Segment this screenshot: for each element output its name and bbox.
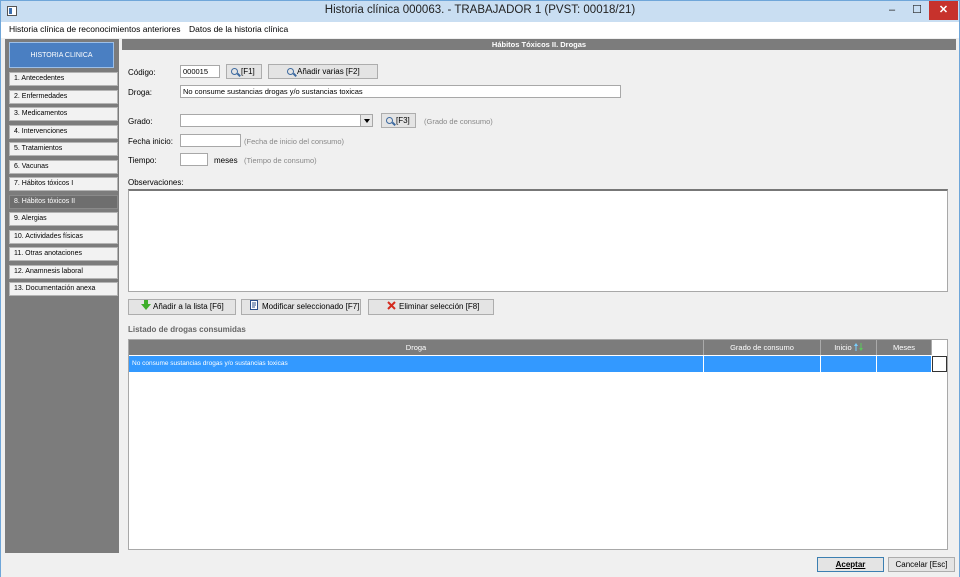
sidebar-item-enfermedades[interactable]: 2. Enfermedades (9, 90, 118, 104)
delete-selection-button[interactable]: Eliminar selección [F8] (368, 299, 494, 315)
cell-inicio[interactable] (821, 356, 877, 372)
modify-selected-button[interactable]: Modificar seleccionado [F7] (241, 299, 361, 315)
footer-bar: Aceptar Cancelar [Esc] (1, 553, 959, 577)
modify-selected-label: Modificar seleccionado [F7] (262, 302, 360, 311)
anadir-varias-button[interactable]: Añadir varias [F2] (268, 64, 378, 79)
drug-list-title: Listado de drogas consumidas (128, 325, 246, 334)
grado-search-button[interactable]: [F3] (381, 113, 416, 128)
cell-editor[interactable] (932, 356, 947, 372)
sidebar-item-habitos-toxicos-1[interactable]: 7. Hábitos tóxicos I (9, 177, 118, 191)
accept-button[interactable]: Aceptar (817, 557, 884, 572)
grado-label: Grado: (128, 117, 153, 126)
sidebar-header-button[interactable]: HISTORIA CLINICA (9, 42, 114, 68)
meses-label: meses (214, 156, 238, 165)
add-to-list-label: Añadir a la lista [F6] (153, 302, 224, 311)
fecha-inicio-input[interactable] (180, 134, 241, 147)
cell-grado[interactable] (704, 356, 821, 372)
delete-x-icon (387, 301, 396, 310)
menu-datos-historia[interactable]: Datos de la historia clínica (189, 24, 288, 34)
codigo-label: Código: (128, 68, 156, 77)
column-header-droga[interactable]: Droga (129, 340, 704, 355)
add-to-list-button[interactable]: Añadir a la lista [F6] (128, 299, 236, 315)
minimize-button[interactable]: – (879, 1, 905, 20)
droga-input[interactable]: No consume sustancias drogas y/o sustanc… (180, 85, 621, 98)
sidebar-item-documentacion-anexa[interactable]: 13. Documentación anexa (9, 282, 118, 296)
sidebar-item-otras-anotaciones[interactable]: 11. Otras anotaciones (9, 247, 118, 261)
menu-bar: Historia clínica de reconocimientos ante… (1, 22, 959, 38)
search-icon (287, 68, 294, 75)
observaciones-textarea[interactable] (128, 189, 948, 292)
sidebar-item-anamnesis-laboral[interactable]: 12. Anamnesis laboral (9, 265, 118, 279)
cell-droga[interactable]: No consume sustancias drogas y/o sustanc… (129, 356, 704, 372)
codigo-input[interactable]: 000015 (180, 65, 220, 78)
sidebar-item-medicamentos[interactable]: 3. Medicamentos (9, 107, 118, 121)
fecha-inicio-label: Fecha inicio: (128, 137, 173, 146)
tiempo-label: Tiempo: (128, 156, 157, 165)
column-header-inicio[interactable]: Inicio (821, 340, 877, 355)
grid-header: Droga Grado de consumo Inicio Meses (129, 340, 947, 355)
grado-hint: (Grado de consumo) (424, 117, 493, 126)
sidebar-item-intervenciones[interactable]: 4. Intervenciones (9, 125, 118, 139)
codigo-search-button[interactable]: [F1] (226, 64, 262, 79)
search-icon (231, 68, 238, 75)
grado-select[interactable] (180, 114, 373, 127)
droga-label: Droga: (128, 88, 153, 97)
sidebar-item-tratamientos[interactable]: 5. Tratamientos (9, 142, 118, 156)
edit-document-icon (250, 300, 258, 310)
sidebar: HISTORIA CLINICA 1. Antecedentes 2. Enfe… (5, 39, 119, 553)
window-title: Historia clínica 000063. - TRABAJADOR 1 … (324, 4, 636, 16)
app-window: Historia clínica 000063. - TRABAJADOR 1 … (0, 0, 960, 577)
cell-meses[interactable] (877, 356, 932, 372)
anadir-varias-label: Añadir varias [F2] (297, 67, 360, 76)
sidebar-item-actividades-fisicas[interactable]: 10. Actividades físicas (9, 230, 118, 244)
f3-label: [F3] (396, 116, 410, 125)
chevron-down-icon[interactable] (360, 115, 372, 126)
observaciones-label: Observaciones: (128, 178, 184, 187)
sidebar-item-alergias[interactable]: 9. Alergias (9, 212, 118, 226)
fecha-inicio-hint: (Fecha de inicio del consumo) (244, 137, 345, 146)
title-bar: Historia clínica 000063. - TRABAJADOR 1 … (1, 1, 959, 22)
cancel-button[interactable]: Cancelar [Esc] (888, 557, 955, 572)
menu-historia-anteriores[interactable]: Historia clínica de reconocimientos ante… (9, 24, 181, 34)
column-header-grado[interactable]: Grado de consumo (704, 340, 821, 355)
tiempo-hint: (Tiempo de consumo) (244, 156, 317, 165)
sidebar-item-vacunas[interactable]: 6. Vacunas (9, 160, 118, 174)
sidebar-item-antecedentes[interactable]: 1. Antecedentes (9, 72, 118, 86)
f1-label: [F1] (241, 67, 255, 76)
table-row[interactable]: No consume sustancias drogas y/o sustanc… (129, 356, 947, 372)
column-header-meses[interactable]: Meses (877, 340, 932, 355)
delete-selection-label: Eliminar selección [F8] (399, 302, 480, 311)
search-icon (386, 117, 393, 124)
sort-icon (853, 343, 863, 351)
maximize-button[interactable]: ☐ (905, 1, 929, 20)
column-header-inicio-label: Inicio (834, 343, 852, 352)
arrow-down-green-icon (141, 300, 151, 310)
sidebar-item-habitos-toxicos-2[interactable]: 8. Hábitos tóxicos II (9, 195, 118, 209)
section-title: Hábitos Tóxicos II. Drogas (122, 39, 956, 50)
tiempo-input[interactable] (180, 153, 208, 166)
drug-list-grid[interactable]: Droga Grado de consumo Inicio Meses No c… (128, 339, 948, 550)
close-button[interactable]: ✕ (929, 1, 958, 20)
main-panel: Hábitos Tóxicos II. Drogas Código: 00001… (122, 39, 956, 552)
